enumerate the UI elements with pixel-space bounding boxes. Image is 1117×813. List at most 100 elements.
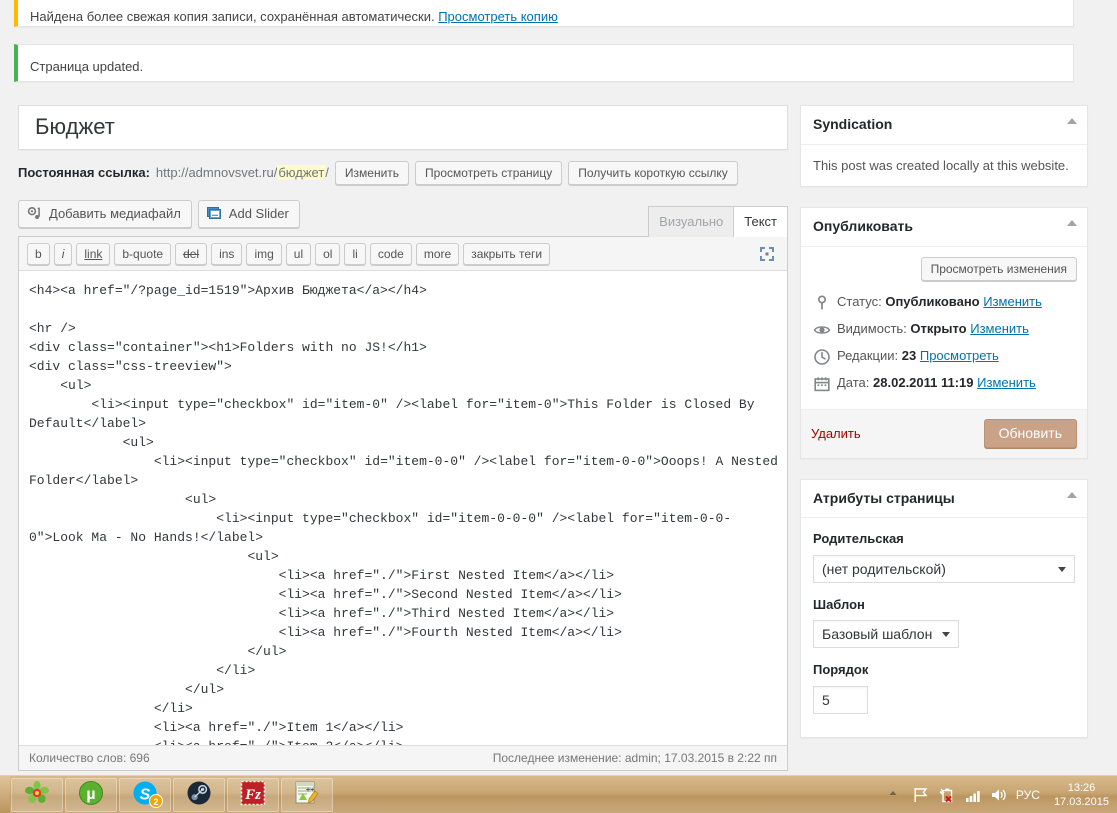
svg-text:µ: µ: [86, 786, 95, 803]
fullscreen-icon[interactable]: [757, 244, 777, 264]
notepadpp-icon: ++: [294, 780, 320, 809]
taskbar-item-steam[interactable]: [173, 778, 225, 812]
revisions-label: Редакции:: [837, 348, 898, 363]
template-select-value: Базовый шаблон: [822, 626, 932, 642]
visibility-value: Открыто: [910, 321, 966, 336]
tab-visual[interactable]: Визуально: [648, 206, 734, 237]
steam-icon: [186, 780, 212, 809]
taskbar-item-notepadpp[interactable]: ++: [281, 778, 333, 812]
publish-box-body: Просмотреть изменения Статус: Опубликова…: [801, 247, 1087, 458]
browse-revisions-link[interactable]: Просмотреть: [920, 348, 999, 363]
add-slider-button[interactable]: Add Slider: [198, 200, 300, 228]
preview-changes-button[interactable]: Просмотреть изменения: [921, 257, 1077, 281]
show-hidden-icons-icon[interactable]: [886, 786, 904, 804]
status-label: Статус:: [837, 294, 882, 309]
taskbar-app-list: µ S 2: [10, 776, 334, 813]
date-label: Дата:: [837, 375, 869, 390]
get-shortlink-button[interactable]: Получить короткую ссылку: [568, 161, 737, 185]
syndication-box-title: Syndication: [813, 116, 892, 132]
edit-status-link[interactable]: Изменить: [983, 294, 1042, 309]
parent-select[interactable]: (нет родительской): [813, 555, 1075, 583]
publish-box: Опубликовать Просмотреть изменения: [800, 207, 1088, 459]
start-button[interactable]: [0, 776, 10, 813]
qt-button-ol[interactable]: ol: [315, 243, 340, 265]
chevron-down-icon: [1058, 567, 1066, 572]
revisions-row: Редакции: 23 Просмотреть: [811, 347, 1077, 365]
visibility-row: Видимость: Открыто Изменить: [811, 320, 1077, 338]
qt-button-code[interactable]: code: [370, 243, 412, 265]
page-attributes-box: Атрибуты страницы Родительская (нет роди…: [800, 479, 1088, 738]
status-row: Статус: Опубликовано Изменить: [811, 293, 1077, 311]
template-label: Шаблон: [813, 595, 1075, 615]
order-group: Порядок: [813, 660, 1075, 714]
action-center-flag-icon[interactable]: [912, 786, 930, 804]
qt-button-link[interactable]: link: [76, 243, 110, 265]
autosave-notice-text: Найдена более свежая копия записи, сохра…: [30, 9, 435, 24]
taskbar-item-utorrent[interactable]: µ: [65, 778, 117, 812]
icq-icon: [24, 780, 50, 809]
chevron-up-icon[interactable]: [1067, 118, 1077, 124]
qt-button-del[interactable]: del: [175, 243, 207, 265]
network-signal-icon[interactable]: [964, 786, 982, 804]
qt-button-i[interactable]: i: [54, 243, 73, 265]
qt-button-bquote[interactable]: b-quote: [114, 243, 171, 265]
page-updated-notice: Страница updated.: [14, 44, 1074, 82]
delete-link[interactable]: Удалить: [811, 424, 861, 444]
media-icon: [27, 206, 43, 222]
date-row: Дата: 28.02.2011 11:19 Изменить: [811, 374, 1077, 392]
order-input[interactable]: [813, 686, 868, 714]
template-select[interactable]: Базовый шаблон: [813, 620, 959, 648]
volume-icon[interactable]: [990, 786, 1008, 804]
permalink-base: http://admnovsvet.ru/: [156, 165, 277, 180]
last-edited: Последнее изменение: admin; 17.03.2015 в…: [493, 746, 777, 770]
calendar-icon: [813, 375, 831, 393]
syndication-box-body: This post was created locally at this we…: [801, 145, 1087, 187]
taskbar-item-filezilla[interactable]: Fz: [227, 778, 279, 812]
tab-text[interactable]: Текст: [733, 206, 788, 237]
edit-permalink-button[interactable]: Изменить: [335, 161, 409, 185]
qt-button-more[interactable]: more: [416, 243, 459, 265]
windows-taskbar: µ S 2: [0, 775, 1117, 813]
qt-button-b[interactable]: b: [27, 243, 50, 265]
view-autosave-link[interactable]: Просмотреть копию: [438, 9, 558, 24]
chevron-up-icon[interactable]: [1067, 220, 1077, 226]
qt-button-ul[interactable]: ul: [286, 243, 311, 265]
publish-misc-actions: Статус: Опубликовано Изменить Видимость:: [811, 291, 1077, 409]
update-button[interactable]: Обновить: [984, 419, 1077, 448]
clock[interactable]: 13:26 17.03.2015: [1048, 781, 1109, 809]
post-title-input[interactable]: [27, 109, 779, 146]
skype-unread-badge: 2: [149, 794, 163, 808]
wordpress-admin-page: Найдена более свежая копия записи, сохра…: [0, 0, 1117, 813]
status-value: Опубликовано: [885, 294, 979, 309]
syndication-box: Syndication This post was created locall…: [800, 105, 1088, 187]
parent-group: Родительская (нет родительской): [813, 529, 1075, 583]
language-indicator[interactable]: РУС: [1016, 788, 1040, 802]
add-media-button[interactable]: Добавить медиафайл: [18, 200, 192, 228]
qt-button-img[interactable]: img: [246, 243, 281, 265]
qt-button-closetags[interactable]: закрыть теги: [463, 243, 550, 265]
taskbar-item-skype[interactable]: S 2: [119, 778, 171, 812]
chevron-down-icon: [942, 632, 950, 637]
chevron-up-icon[interactable]: [1067, 492, 1077, 498]
view-page-button[interactable]: Просмотреть страницу: [415, 161, 562, 185]
word-count: Количество слов: 696: [29, 746, 150, 770]
qt-button-li[interactable]: li: [344, 243, 365, 265]
autosave-notice: Найдена более свежая копия записи, сохра…: [14, 0, 1074, 27]
page-updated-text: Страница updated.: [30, 59, 143, 74]
page-attributes-header[interactable]: Атрибуты страницы: [801, 480, 1087, 519]
editor-tools-row: Добавить медиафайл Add Slider: [18, 200, 788, 236]
battery-error-icon[interactable]: [938, 786, 956, 804]
system-tray: РУС 13:26 17.03.2015: [886, 776, 1117, 813]
utorrent-icon: µ: [78, 780, 104, 809]
publish-box-header[interactable]: Опубликовать: [801, 208, 1087, 247]
add-slider-label: Add Slider: [229, 206, 289, 221]
pin-icon: [813, 294, 831, 312]
syndication-box-header[interactable]: Syndication: [801, 106, 1087, 145]
post-content-textarea[interactable]: [19, 271, 787, 745]
edit-date-link[interactable]: Изменить: [977, 375, 1036, 390]
publish-box-title: Опубликовать: [813, 218, 913, 234]
edit-visibility-link[interactable]: Изменить: [970, 321, 1029, 336]
qt-button-ins[interactable]: ins: [211, 243, 242, 265]
taskbar-item-icq[interactable]: [11, 778, 63, 812]
eye-icon: [813, 321, 831, 339]
